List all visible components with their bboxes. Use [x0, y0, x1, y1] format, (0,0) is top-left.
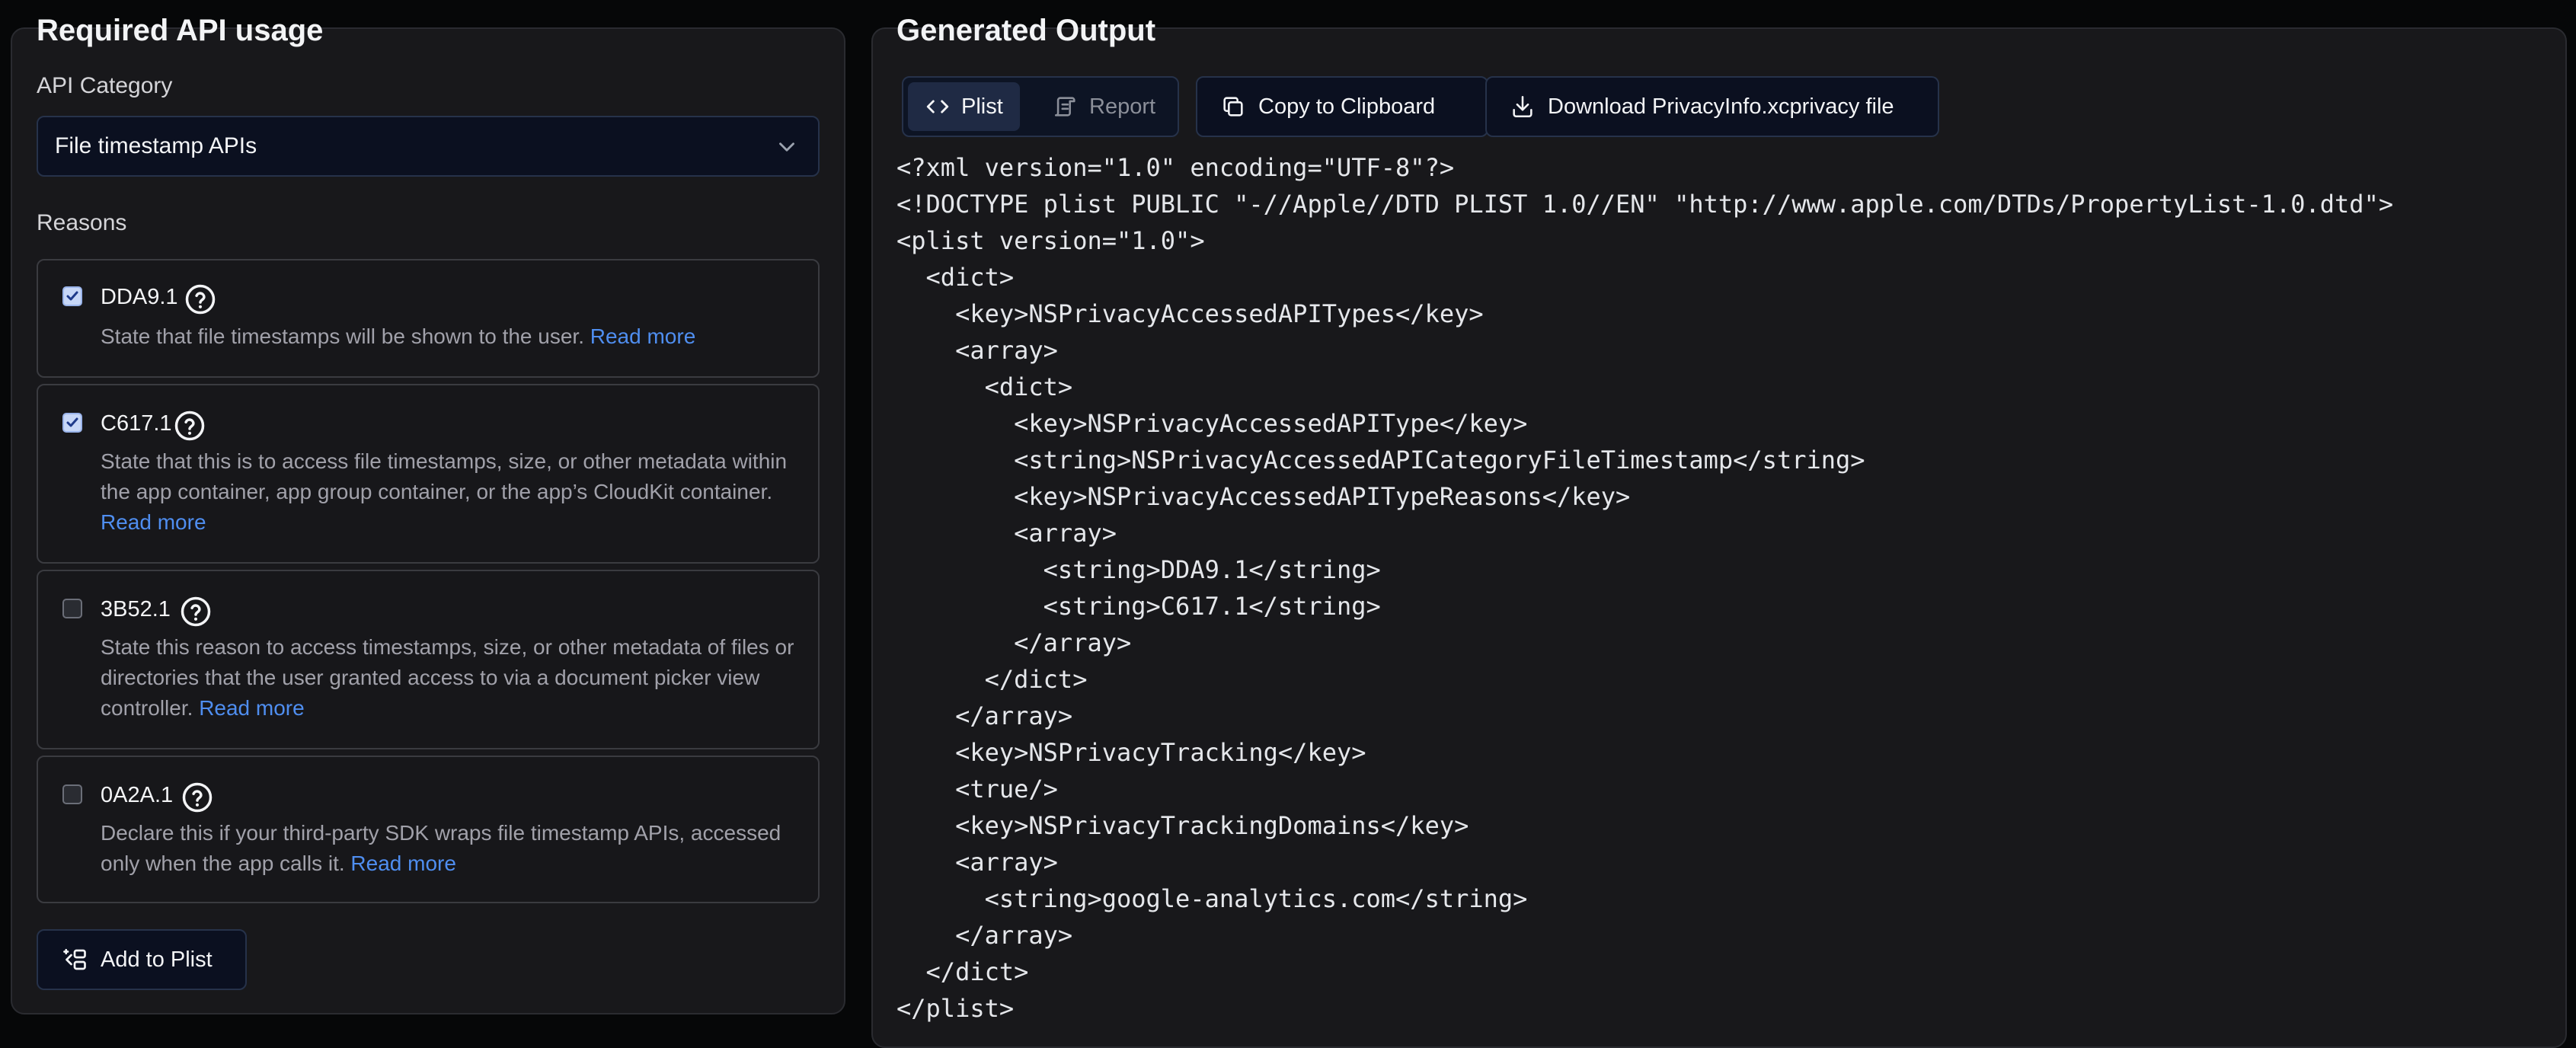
read-more-link[interactable]: Read more — [590, 324, 696, 348]
code-line: <dict> — [896, 372, 1073, 401]
reason-checkbox[interactable] — [62, 599, 82, 618]
checkmark-icon — [66, 417, 78, 427]
help-icon[interactable] — [184, 283, 216, 315]
reason-checkbox[interactable] — [62, 784, 82, 804]
download-privacyinfo-button[interactable]: Download PrivacyInfo.xcprivacy file — [1485, 76, 1939, 137]
copy-icon — [1223, 97, 1243, 117]
code-line: </array> — [896, 701, 1073, 730]
code-line: </dict> — [896, 665, 1088, 694]
code-line: </plist> — [896, 994, 1015, 1023]
code-line: <array> — [896, 519, 1117, 548]
checkmark-icon — [66, 291, 78, 301]
code-line: <true/> — [896, 775, 1058, 804]
code-line: <string>DDA9.1</string> — [896, 555, 1381, 584]
read-more-link[interactable]: Read more — [199, 696, 305, 720]
reason-code: 0A2A.1 — [101, 783, 174, 807]
code-line: <dict> — [896, 263, 1015, 292]
reasons-label: Reasons — [37, 210, 127, 235]
tab-plist-label: Plist — [961, 94, 1003, 119]
add-to-plist-label: Add to Plist — [101, 947, 213, 972]
scroll-icon — [1054, 97, 1075, 117]
api-category-value: File timestamp APIs — [55, 133, 257, 158]
reason-card-0a2a-1: 0A2A.1 Declare this if your third-party … — [37, 756, 820, 903]
code-line: </array> — [896, 628, 1132, 657]
reason-code: 3B52.1 — [101, 597, 171, 621]
generated-output-title: Generated Output — [896, 14, 1156, 47]
reason-checkbox[interactable] — [62, 413, 82, 433]
code-line: <string>google-analytics.com</string> — [896, 884, 1528, 913]
code-line: <key>NSPrivacyAccessedAPITypeReasons</ke… — [896, 482, 1631, 511]
code-line: <?xml version="1.0" encoding="UTF-8"?> — [896, 153, 1455, 182]
code-line: <string>C617.1</string> — [896, 592, 1381, 621]
download-icon — [1513, 95, 1532, 118]
tab-report-label: Report — [1089, 94, 1156, 119]
reason-card-3b52-1: 3B52.1 State this reason to access times… — [37, 570, 820, 749]
help-icon[interactable] — [174, 410, 206, 442]
add-to-plist-button[interactable]: Add to Plist — [37, 929, 247, 990]
tab-plist[interactable]: Plist — [908, 82, 1020, 131]
code-line: <key>NSPrivacyTrackingDomains</key> — [896, 811, 1469, 840]
reason-description: State that file timestamps will be shown… — [101, 324, 696, 348]
code-icon — [926, 100, 949, 113]
copy-to-clipboard-button[interactable]: Copy to Clipboard — [1196, 76, 1488, 137]
code-line: </dict> — [896, 957, 1029, 986]
api-category-select[interactable]: File timestamp APIs — [37, 116, 820, 177]
required-api-usage-title: Required API usage — [37, 14, 324, 47]
plist-code-output[interactable]: <?xml version="1.0" encoding="UTF-8"?> <!… — [896, 149, 2557, 1027]
code-line: <array> — [896, 336, 1058, 365]
code-line: <plist version="1.0"> — [896, 226, 1205, 255]
read-more-link[interactable]: Read more — [350, 852, 456, 875]
list-add-icon — [63, 948, 86, 970]
code-line: </array> — [896, 921, 1073, 950]
help-icon[interactable] — [181, 781, 213, 813]
api-category-label: API Category — [37, 73, 173, 98]
reason-card-c617-1: C617.1 State that this is to access file… — [37, 384, 820, 564]
reason-checkbox[interactable] — [62, 286, 82, 306]
tab-report[interactable]: Report — [1036, 82, 1172, 131]
reason-description: Declare this if your third-party SDK wra… — [101, 821, 781, 875]
code-line: <key>NSPrivacyAccessedAPITypes</key> — [896, 299, 1484, 328]
read-more-link[interactable]: Read more — [101, 510, 206, 534]
help-icon[interactable] — [180, 596, 212, 628]
code-line: <key>NSPrivacyTracking</key> — [896, 738, 1366, 767]
code-line: <!DOCTYPE plist PUBLIC "-//Apple//DTD PL… — [896, 190, 2394, 219]
reason-code: C617.1 — [101, 411, 172, 436]
reason-card-dda9-1: DDA9.1 State that file timestamps will b… — [37, 259, 820, 378]
download-privacyinfo-label: Download PrivacyInfo.xcprivacy file — [1548, 94, 1894, 119]
copy-to-clipboard-label: Copy to Clipboard — [1258, 94, 1436, 119]
code-line: <key>NSPrivacyAccessedAPIType</key> — [896, 409, 1528, 438]
code-line: <string>NSPrivacyAccessedAPICategoryFile… — [896, 446, 1865, 474]
reason-description: State this reason to access timestamps, … — [101, 635, 794, 720]
code-line: <array> — [896, 848, 1058, 877]
chevron-down-icon — [779, 142, 794, 152]
output-tabs: Plist Report — [902, 76, 1179, 137]
reason-description: State that this is to access file timest… — [101, 449, 788, 534]
reason-code: DDA9.1 — [101, 285, 178, 309]
